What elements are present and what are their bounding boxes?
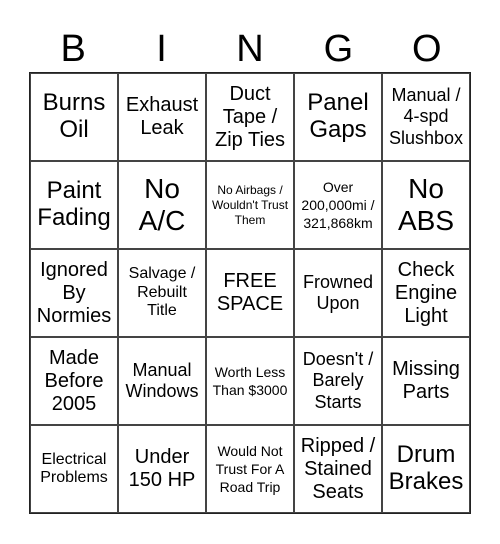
header-letter-g: G (323, 28, 354, 70)
bingo-cell[interactable]: Under 150 HP (118, 425, 206, 513)
bingo-cell[interactable]: Manual / 4-spd Slushbox (382, 73, 470, 161)
header-letter-i: I (156, 28, 167, 70)
bingo-cell[interactable]: Manual Windows (118, 337, 206, 425)
bingo-cell[interactable]: Over 200,000mi / 321,868km (294, 161, 382, 249)
bingo-cell[interactable]: Doesn't / Barely Starts (294, 337, 382, 425)
bingo-cell[interactable]: Salvage / Rebuilt Title (118, 249, 206, 337)
bingo-cell[interactable]: Duct Tape / Zip Ties (206, 73, 294, 161)
bingo-cell[interactable]: Ignored By Normies (30, 249, 118, 337)
bingo-board: Burns Oil Exhaust Leak Duct Tape / Zip T… (29, 72, 471, 514)
free-space-cell[interactable]: FREE SPACE (206, 249, 294, 337)
header-letter-o: O (411, 28, 442, 70)
bingo-cell[interactable]: Burns Oil (30, 73, 118, 161)
bingo-cell[interactable]: No ABS (382, 161, 470, 249)
bingo-cell[interactable]: Exhaust Leak (118, 73, 206, 161)
bingo-header: B I N G O (29, 26, 471, 72)
header-letter-b: B (60, 28, 86, 70)
bingo-cell[interactable]: No Airbags / Wouldn't Trust Them (206, 161, 294, 249)
bingo-cell[interactable]: Drum Brakes (382, 425, 470, 513)
bingo-cell[interactable]: Missing Parts (382, 337, 470, 425)
bingo-cell[interactable]: Check Engine Light (382, 249, 470, 337)
bingo-cell[interactable]: Panel Gaps (294, 73, 382, 161)
bingo-cell[interactable]: Frowned Upon (294, 249, 382, 337)
bingo-cell[interactable]: Would Not Trust For A Road Trip (206, 425, 294, 513)
header-letter-n: N (236, 28, 264, 70)
bingo-cell[interactable]: Electrical Problems (30, 425, 118, 513)
bingo-cell[interactable]: Worth Less Than $3000 (206, 337, 294, 425)
bingo-cell[interactable]: Made Before 2005 (30, 337, 118, 425)
bingo-cell[interactable]: Ripped / Stained Seats (294, 425, 382, 513)
bingo-cell[interactable]: No A/C (118, 161, 206, 249)
bingo-cell[interactable]: Paint Fading (30, 161, 118, 249)
